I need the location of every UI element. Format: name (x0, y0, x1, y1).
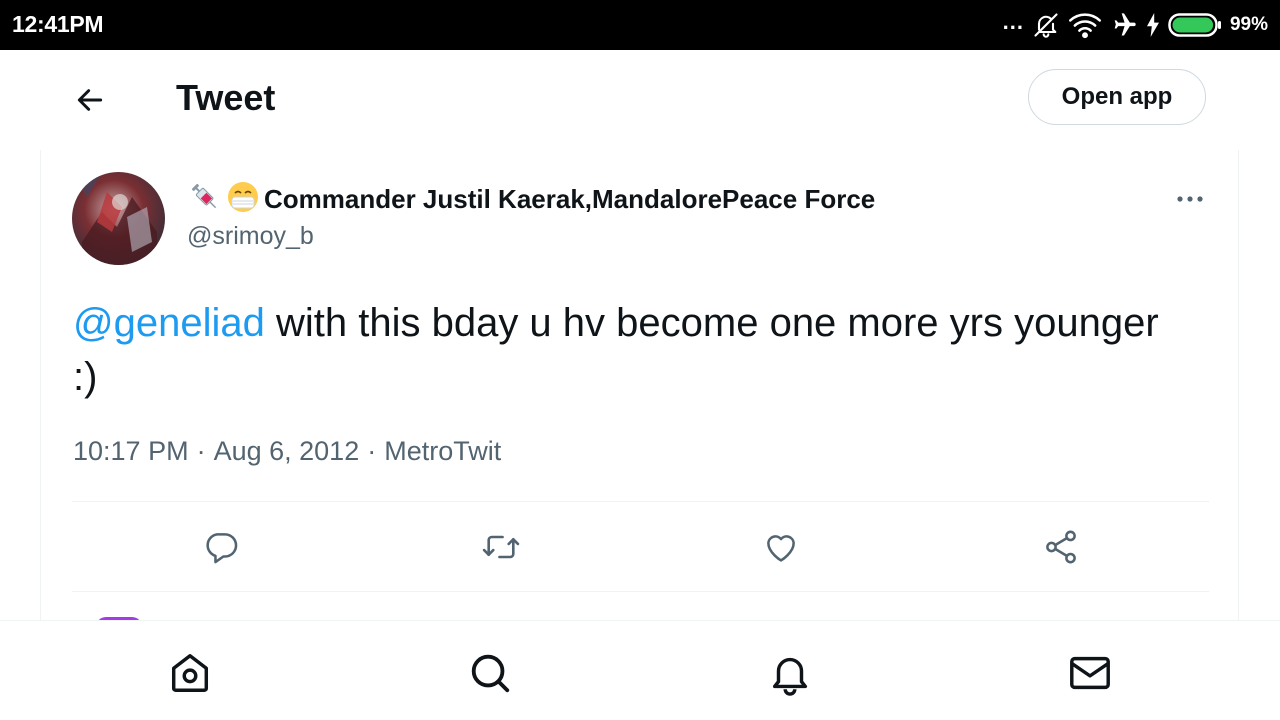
messages-icon (1070, 656, 1110, 690)
meta-separator: · (367, 436, 377, 466)
avatar[interactable] (72, 172, 165, 265)
syringe-emoji-icon (188, 180, 222, 219)
search-icon (471, 654, 510, 693)
author-name-row[interactable]: Commander Justil Kaerak,MandalorePeace F… (188, 180, 875, 219)
home-icon (171, 654, 209, 692)
status-time: 12:41PM (12, 11, 104, 37)
like-icon (767, 535, 795, 562)
open-app-button[interactable]: Open app (1028, 69, 1206, 125)
share-icon (1046, 530, 1076, 564)
more-horizontal-icon (1177, 196, 1203, 202)
tweet-date[interactable]: Aug 6, 2012 (214, 436, 360, 466)
mention-link[interactable]: @geneliad (73, 301, 265, 345)
tweet-card: Commander Justil Kaerak,MandalorePeace F… (40, 150, 1240, 627)
charging-bolt-icon (1146, 13, 1160, 37)
battery-icon (1168, 12, 1222, 38)
battery-percent: 99% (1229, 14, 1268, 35)
tweet-actions (41, 522, 1240, 572)
share-button[interactable] (1036, 522, 1086, 572)
like-button[interactable] (756, 522, 806, 572)
system-status-bar: 12:41PM ... 99% (0, 0, 1280, 50)
reply-icon (206, 533, 238, 564)
arrow-left-icon (77, 89, 103, 111)
reply-button[interactable] (196, 522, 246, 572)
divider (72, 591, 1209, 592)
more-options-button[interactable] (1175, 186, 1205, 212)
mask-face-emoji-icon (226, 180, 260, 219)
nav-messages[interactable] (1066, 649, 1114, 697)
retweet-icon (482, 535, 520, 559)
tweet-source[interactable]: MetroTwit (384, 436, 501, 466)
tweet-time[interactable]: 10:17 PM (73, 436, 189, 466)
wifi-icon (1068, 11, 1102, 39)
author-display-name: Commander Justil Kaerak,MandalorePeace F… (264, 184, 876, 214)
overflow-dots: ... (1002, 9, 1024, 34)
tweet-metadata: 10:17 PM · Aug 6, 2012 · MetroTwit (73, 436, 501, 467)
retweet-button[interactable] (476, 522, 526, 572)
author-handle[interactable]: @srimoy_b (187, 222, 314, 251)
meta-separator: · (196, 436, 206, 466)
notifications-off-icon (1032, 11, 1060, 39)
tweet-text: @geneliad with this bday u hv become one… (73, 296, 1173, 404)
bottom-navigation (0, 620, 1280, 720)
nav-home[interactable] (166, 649, 214, 697)
page-title: Tweet (176, 77, 276, 118)
status-icons: ... 99% (1003, 8, 1268, 42)
nav-notifications[interactable] (766, 649, 814, 697)
notifications-icon (772, 657, 808, 696)
nav-search[interactable] (466, 649, 514, 697)
airplane-mode-icon (1110, 11, 1138, 39)
back-button[interactable] (70, 80, 110, 120)
app-header: Tweet Open app (0, 50, 1280, 150)
divider (72, 501, 1209, 502)
